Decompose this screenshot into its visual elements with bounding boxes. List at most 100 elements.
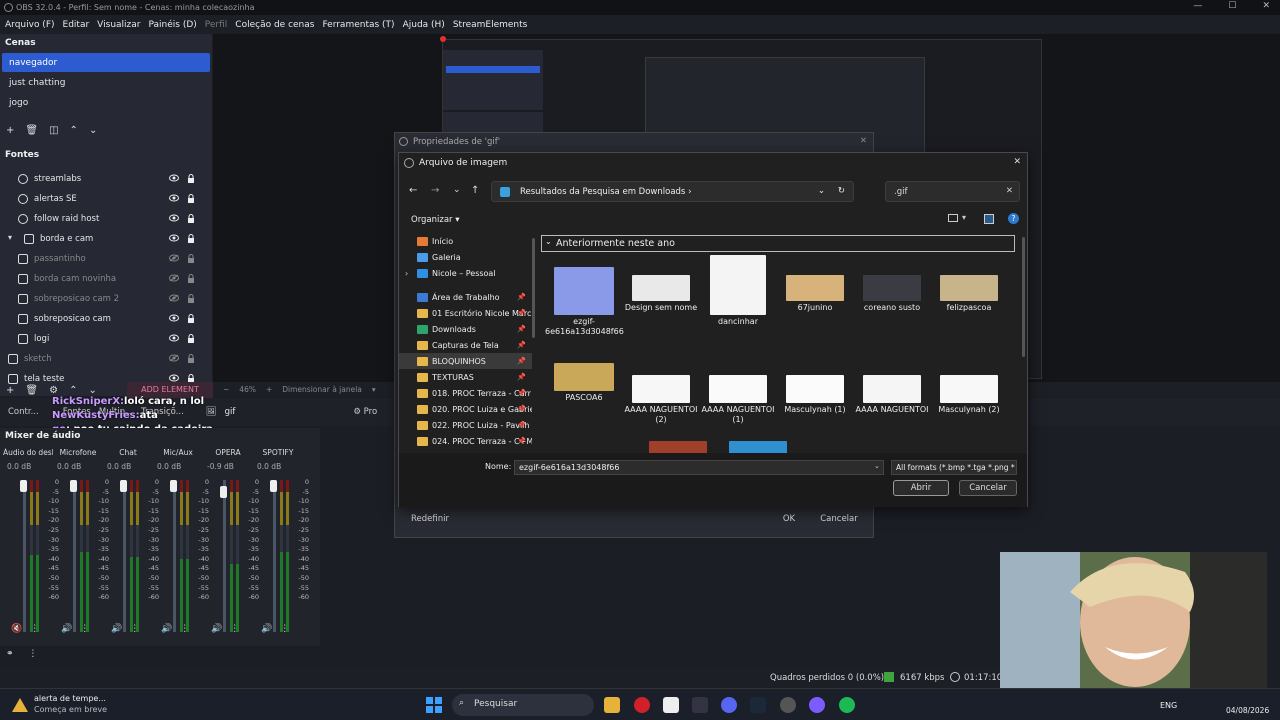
pin-icon[interactable]: 📌 (517, 357, 526, 365)
down-icon[interactable]: ⌄ (88, 385, 96, 396)
down-icon[interactable]: ⌄ (89, 125, 97, 136)
lock-icon[interactable] (187, 294, 195, 303)
eye-icon[interactable] (169, 234, 179, 242)
close-icon[interactable]: ✕ (860, 136, 867, 146)
filename-input[interactable]: ezgif-6e616a13d3048f66 (514, 460, 884, 475)
speaker-icon[interactable]: 🔊 (161, 624, 172, 634)
ok-button[interactable]: OK (771, 512, 807, 528)
source-item[interactable]: ▾ borda e cam (0, 229, 212, 249)
search-input[interactable]: .gif ✕ (885, 181, 1020, 202)
address-bar[interactable]: Resultados da Pesquisa em Downloads › ⌄ … (491, 181, 854, 202)
opera-icon[interactable] (634, 697, 650, 713)
lock-icon[interactable] (187, 234, 195, 243)
pin-icon[interactable]: 📌 (517, 437, 526, 445)
clear-icon[interactable]: ✕ (1006, 186, 1013, 196)
calendar-icon[interactable] (692, 697, 708, 713)
zoom-out-icon[interactable]: − (223, 385, 229, 394)
help-icon[interactable]: ? (1008, 213, 1019, 224)
volume-slider-handle[interactable] (170, 480, 177, 492)
menu-item-2[interactable]: Visualizar (97, 20, 140, 30)
eye-icon[interactable] (169, 374, 179, 382)
menu-item-4[interactable]: Perfil (205, 20, 228, 30)
app-icon[interactable] (809, 697, 825, 713)
eye-off-icon[interactable] (169, 254, 179, 262)
filter-icon[interactable]: ◫ (49, 125, 58, 136)
nav-item[interactable]: Galeria (399, 249, 532, 265)
lock-icon[interactable] (187, 214, 195, 223)
obs-taskbar-icon[interactable] (780, 697, 796, 713)
pin-icon[interactable]: 📌 (517, 389, 526, 397)
properties-button[interactable]: ⚙ Pro (353, 407, 377, 417)
refresh-icon[interactable]: ↻ (838, 186, 845, 196)
reset-button[interactable]: Redefinir (401, 512, 459, 528)
chevron-right-icon[interactable]: › (405, 269, 408, 278)
gear-icon[interactable]: ⚙ (49, 385, 58, 396)
chevron-down-icon[interactable]: ▾ (372, 385, 376, 394)
volume-slider[interactable] (223, 480, 226, 632)
file-thumbnail[interactable]: AAAA NAGUENTOI (1) (699, 363, 777, 425)
menu-item-8[interactable]: StreamElements (453, 20, 528, 30)
chevron-down-icon[interactable]: ⌄ (874, 462, 880, 470)
spotify-icon[interactable] (839, 697, 855, 713)
volume-slider[interactable] (173, 480, 176, 632)
volume-slider[interactable] (23, 480, 26, 632)
menu-item-5[interactable]: Coleção de cenas (235, 20, 314, 30)
nav-item[interactable]: 01 Escritório Nicole Marc 📌 (399, 305, 532, 321)
more-icon[interactable]: ⋮ (30, 624, 39, 634)
trash-icon[interactable]: 🗑 (25, 125, 38, 136)
file-thumbnail[interactable]: PASCOA6 (545, 363, 623, 403)
windows-start-icon[interactable] (426, 697, 442, 713)
discord-icon[interactable] (721, 697, 737, 713)
source-item[interactable]: sobreposicao cam 2 (0, 289, 212, 309)
menu-item-7[interactable]: Ajuda (H) (403, 20, 445, 30)
fit-mode[interactable]: Dimensionar à janela (282, 385, 362, 394)
notion-icon[interactable] (663, 697, 679, 713)
trash-icon[interactable]: 🗑 (25, 385, 38, 396)
organize-button[interactable]: Organizar ▾ (411, 215, 460, 225)
file-thumbnail[interactable]: 67junino (776, 255, 854, 313)
nav-item[interactable]: TEXTURAS 📌 (399, 369, 532, 385)
source-item[interactable]: logi (0, 329, 212, 349)
more-icon[interactable]: ⋮ (180, 624, 189, 634)
menu-item-6[interactable]: Ferramentas (T) (322, 20, 394, 30)
source-item[interactable]: alertas SE (0, 189, 212, 209)
up-icon[interactable]: ⌃ (70, 125, 78, 136)
nav-item[interactable]: 022. PROC Luiza - Pavilh 📌 (399, 417, 532, 433)
notification-title[interactable]: alerta de tempe... (34, 694, 106, 703)
lock-icon[interactable] (187, 354, 195, 363)
eye-off-icon[interactable] (169, 274, 179, 282)
more-icon[interactable]: ⋮ (28, 649, 37, 659)
pin-icon[interactable]: 📌 (517, 341, 526, 349)
source-item[interactable]: follow raid host (0, 209, 212, 229)
more-icon[interactable]: ⋮ (130, 624, 139, 634)
language-indicator[interactable]: ENG (1160, 701, 1177, 710)
file-thumbnail[interactable]: ezgif-6e616a13d3048f66 (545, 255, 624, 337)
volume-slider[interactable] (123, 480, 126, 632)
steam-icon[interactable] (750, 697, 766, 713)
more-icon[interactable]: ⋮ (80, 624, 89, 634)
nav-item[interactable]: BLOQUINHOS 📌 (399, 353, 532, 369)
file-thumbnail[interactable]: Design sem nome (622, 255, 700, 313)
chevron-down-icon[interactable]: ⌄ (818, 186, 825, 196)
eye-icon[interactable] (169, 194, 179, 202)
up-icon[interactable]: ↑ (471, 185, 479, 196)
add-icon[interactable]: + (6, 125, 14, 136)
scrollbar[interactable] (532, 238, 535, 338)
eye-off-icon[interactable] (169, 294, 179, 302)
file-thumbnail[interactable]: dancinhar (699, 255, 777, 327)
pin-icon[interactable]: 📌 (517, 309, 526, 317)
source-item[interactable]: passantinho (0, 249, 212, 269)
lock-icon[interactable] (187, 274, 195, 283)
file-thumbnail[interactable]: felizpascoa (930, 255, 1008, 313)
speaker-icon[interactable]: 🔊 (61, 624, 72, 634)
speaker-icon[interactable]: 🔊 (111, 624, 122, 634)
lock-icon[interactable] (187, 334, 195, 343)
more-icon[interactable]: ⋮ (230, 624, 239, 634)
minimize-icon[interactable]: — (1193, 1, 1202, 11)
volume-slider[interactable] (73, 480, 76, 632)
chevron-down-icon[interactable]: ▾ (8, 233, 12, 242)
nav-item[interactable]: Área de Trabalho 📌 (399, 289, 532, 305)
menu-item-0[interactable]: Arquivo (F) (5, 20, 55, 30)
date[interactable]: 04/08/2026 (1226, 706, 1269, 715)
forward-icon[interactable]: → (431, 185, 439, 196)
